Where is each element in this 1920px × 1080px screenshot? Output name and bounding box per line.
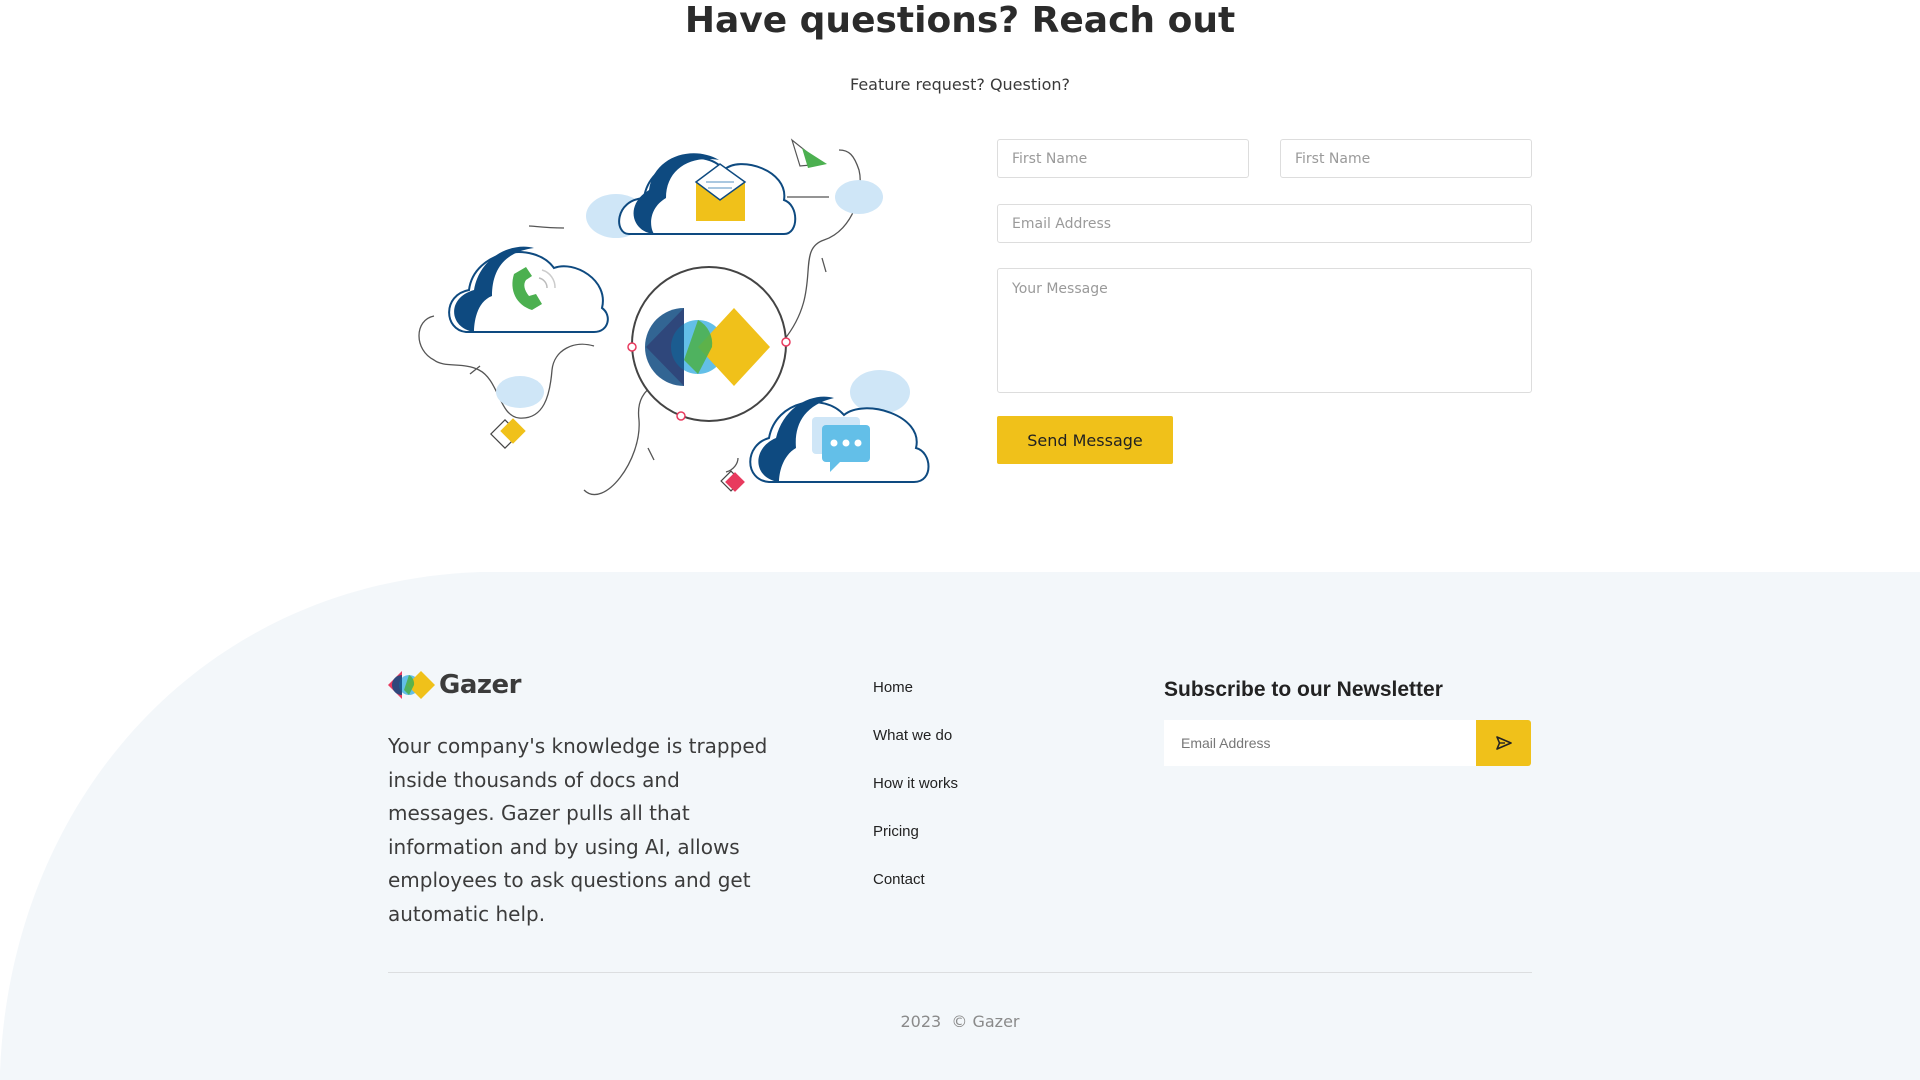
footer-link-what-we-do[interactable]: What we do [873,727,952,744]
cloud-chat [749,396,930,483]
contact-subtitle: Feature request? Question? [850,75,1070,94]
contact-section: Have questions? Reach out Feature reques… [0,0,1920,572]
footer-divider [388,972,1532,973]
footer-nav-item: Home [873,679,958,727]
footer-nav-item: Pricing [873,823,958,871]
newsletter-submit-button[interactable] [1476,720,1531,766]
footer-nav: Home What we do How it works Pricing Con… [873,679,958,919]
gazer-logo-icon [388,671,435,699]
send-arrow-icon [1495,736,1512,750]
footer-description: Your company's knowledge is trapped insi… [388,734,768,926]
footer-nav-item: Contact [873,871,958,919]
footer-nav-item: How it works [873,775,958,823]
copyright: 2023 © Gazer [0,1012,1920,1031]
second-name-input[interactable] [1280,139,1532,178]
footer-background [0,572,1920,1080]
footer-link-contact[interactable]: Contact [873,871,925,888]
footer-link-home[interactable]: Home [873,679,913,696]
footer-nav-item: What we do [873,727,958,775]
contact-illustration [418,138,930,496]
copyright-year: 2023 [900,1012,942,1031]
copyright-text: © Gazer [951,1012,1020,1031]
diamond-small-bottom [720,470,745,492]
newsletter-email-input[interactable] [1164,720,1477,766]
send-message-button[interactable]: Send Message [997,416,1173,464]
cloud-phone [448,246,609,333]
brand-name: Gazer [439,670,521,700]
email-input[interactable] [997,204,1532,243]
cloud-mail [586,153,797,238]
diamond-small-left [490,418,526,449]
newsletter-title: Subscribe to our Newsletter [1164,678,1443,701]
message-textarea[interactable] [997,268,1532,393]
footer-link-how-it-works[interactable]: How it works [873,775,958,792]
contact-title: Have questions? Reach out [684,0,1236,41]
footer-brand[interactable]: Gazer [388,670,521,700]
first-name-input[interactable] [997,139,1249,178]
footer-link-pricing[interactable]: Pricing [873,823,919,840]
footer: Gazer Your company's knowledge is trappe… [0,572,1920,1080]
